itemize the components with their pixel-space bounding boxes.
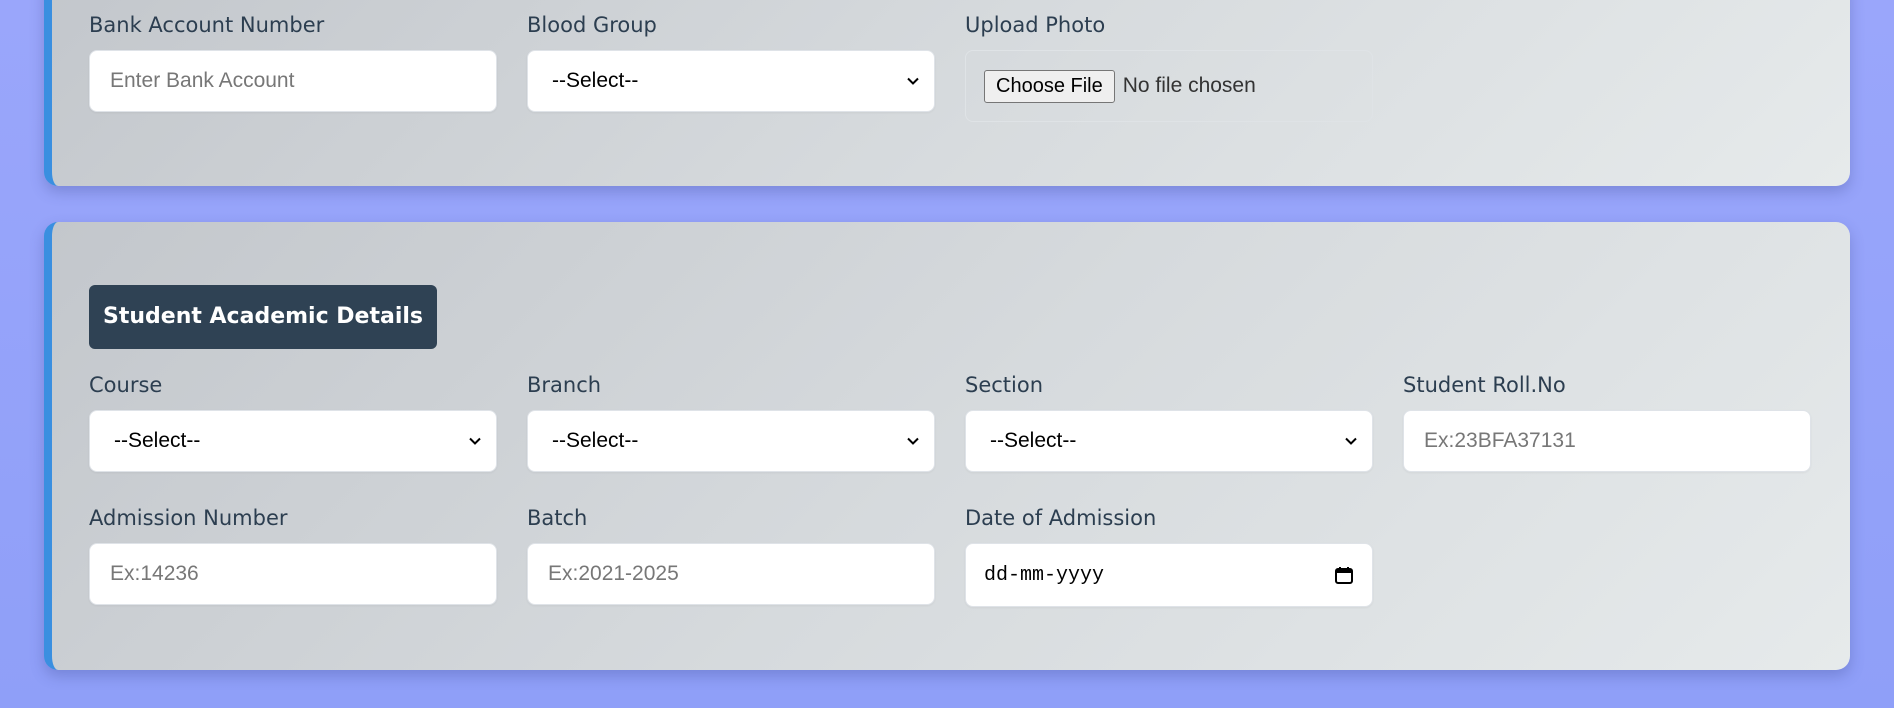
date-value: dd-mm-yyyy [984,563,1105,587]
blood-group-field: Blood Group --Select-- [527,10,935,112]
roll-no-field: Student Roll.No [1403,370,1811,472]
blood-group-label: Blood Group [527,13,657,37]
course-value: --Select-- [114,429,201,452]
branch-field: Branch --Select-- [527,370,935,472]
date-of-admission-field: Date of Admission dd-mm-yyyy [965,503,1373,607]
section-value: --Select-- [990,429,1077,452]
choose-file-button[interactable]: Choose File [984,69,1115,103]
blood-group-value: --Select-- [552,69,639,92]
personal-details-card: Bank Account Number Blood Group --Select… [44,0,1850,186]
batch-input[interactable] [546,561,916,587]
batch-label: Batch [527,506,588,530]
batch-input-wrapper[interactable] [527,543,935,605]
upload-photo-label: Upload Photo [965,13,1106,37]
course-label: Course [89,373,163,397]
date-of-admission-label: Date of Admission [965,506,1157,530]
admission-number-input[interactable] [108,561,478,587]
course-select[interactable]: --Select-- [89,410,497,472]
bank-account-input[interactable] [108,68,478,94]
admission-number-field: Admission Number [89,503,497,605]
batch-field: Batch [527,503,935,605]
section-label: Section [965,373,1044,397]
chevron-down-icon [469,437,481,445]
calendar-icon[interactable] [1334,565,1354,585]
upload-photo-field: Upload Photo Choose File No file chosen [965,10,1373,122]
roll-no-input[interactable] [1422,428,1792,454]
date-of-admission-input[interactable]: dd-mm-yyyy [965,543,1373,607]
branch-value: --Select-- [552,429,639,452]
blood-group-select[interactable]: --Select-- [527,50,935,112]
branch-label: Branch [527,373,602,397]
section-field: Section --Select-- [965,370,1373,472]
admission-number-input-wrapper[interactable] [89,543,497,605]
bank-account-label: Bank Account Number [89,13,325,37]
upload-photo-input[interactable]: Choose File No file chosen [965,50,1373,122]
roll-no-label: Student Roll.No [1403,373,1566,397]
academic-details-card: Student Academic Details Course --Select… [44,222,1850,670]
chevron-down-icon [907,437,919,445]
chevron-down-icon [1345,437,1357,445]
admission-number-label: Admission Number [89,506,288,530]
roll-no-input-wrapper[interactable] [1403,410,1811,472]
branch-select[interactable]: --Select-- [527,410,935,472]
bank-account-input-wrapper[interactable] [89,50,497,112]
file-status-text: No file chosen [1122,74,1256,97]
bank-account-field: Bank Account Number [89,10,497,112]
course-field: Course --Select-- [89,370,497,472]
chevron-down-icon [907,77,919,85]
section-select[interactable]: --Select-- [965,410,1373,472]
section-title: Student Academic Details [89,285,437,349]
